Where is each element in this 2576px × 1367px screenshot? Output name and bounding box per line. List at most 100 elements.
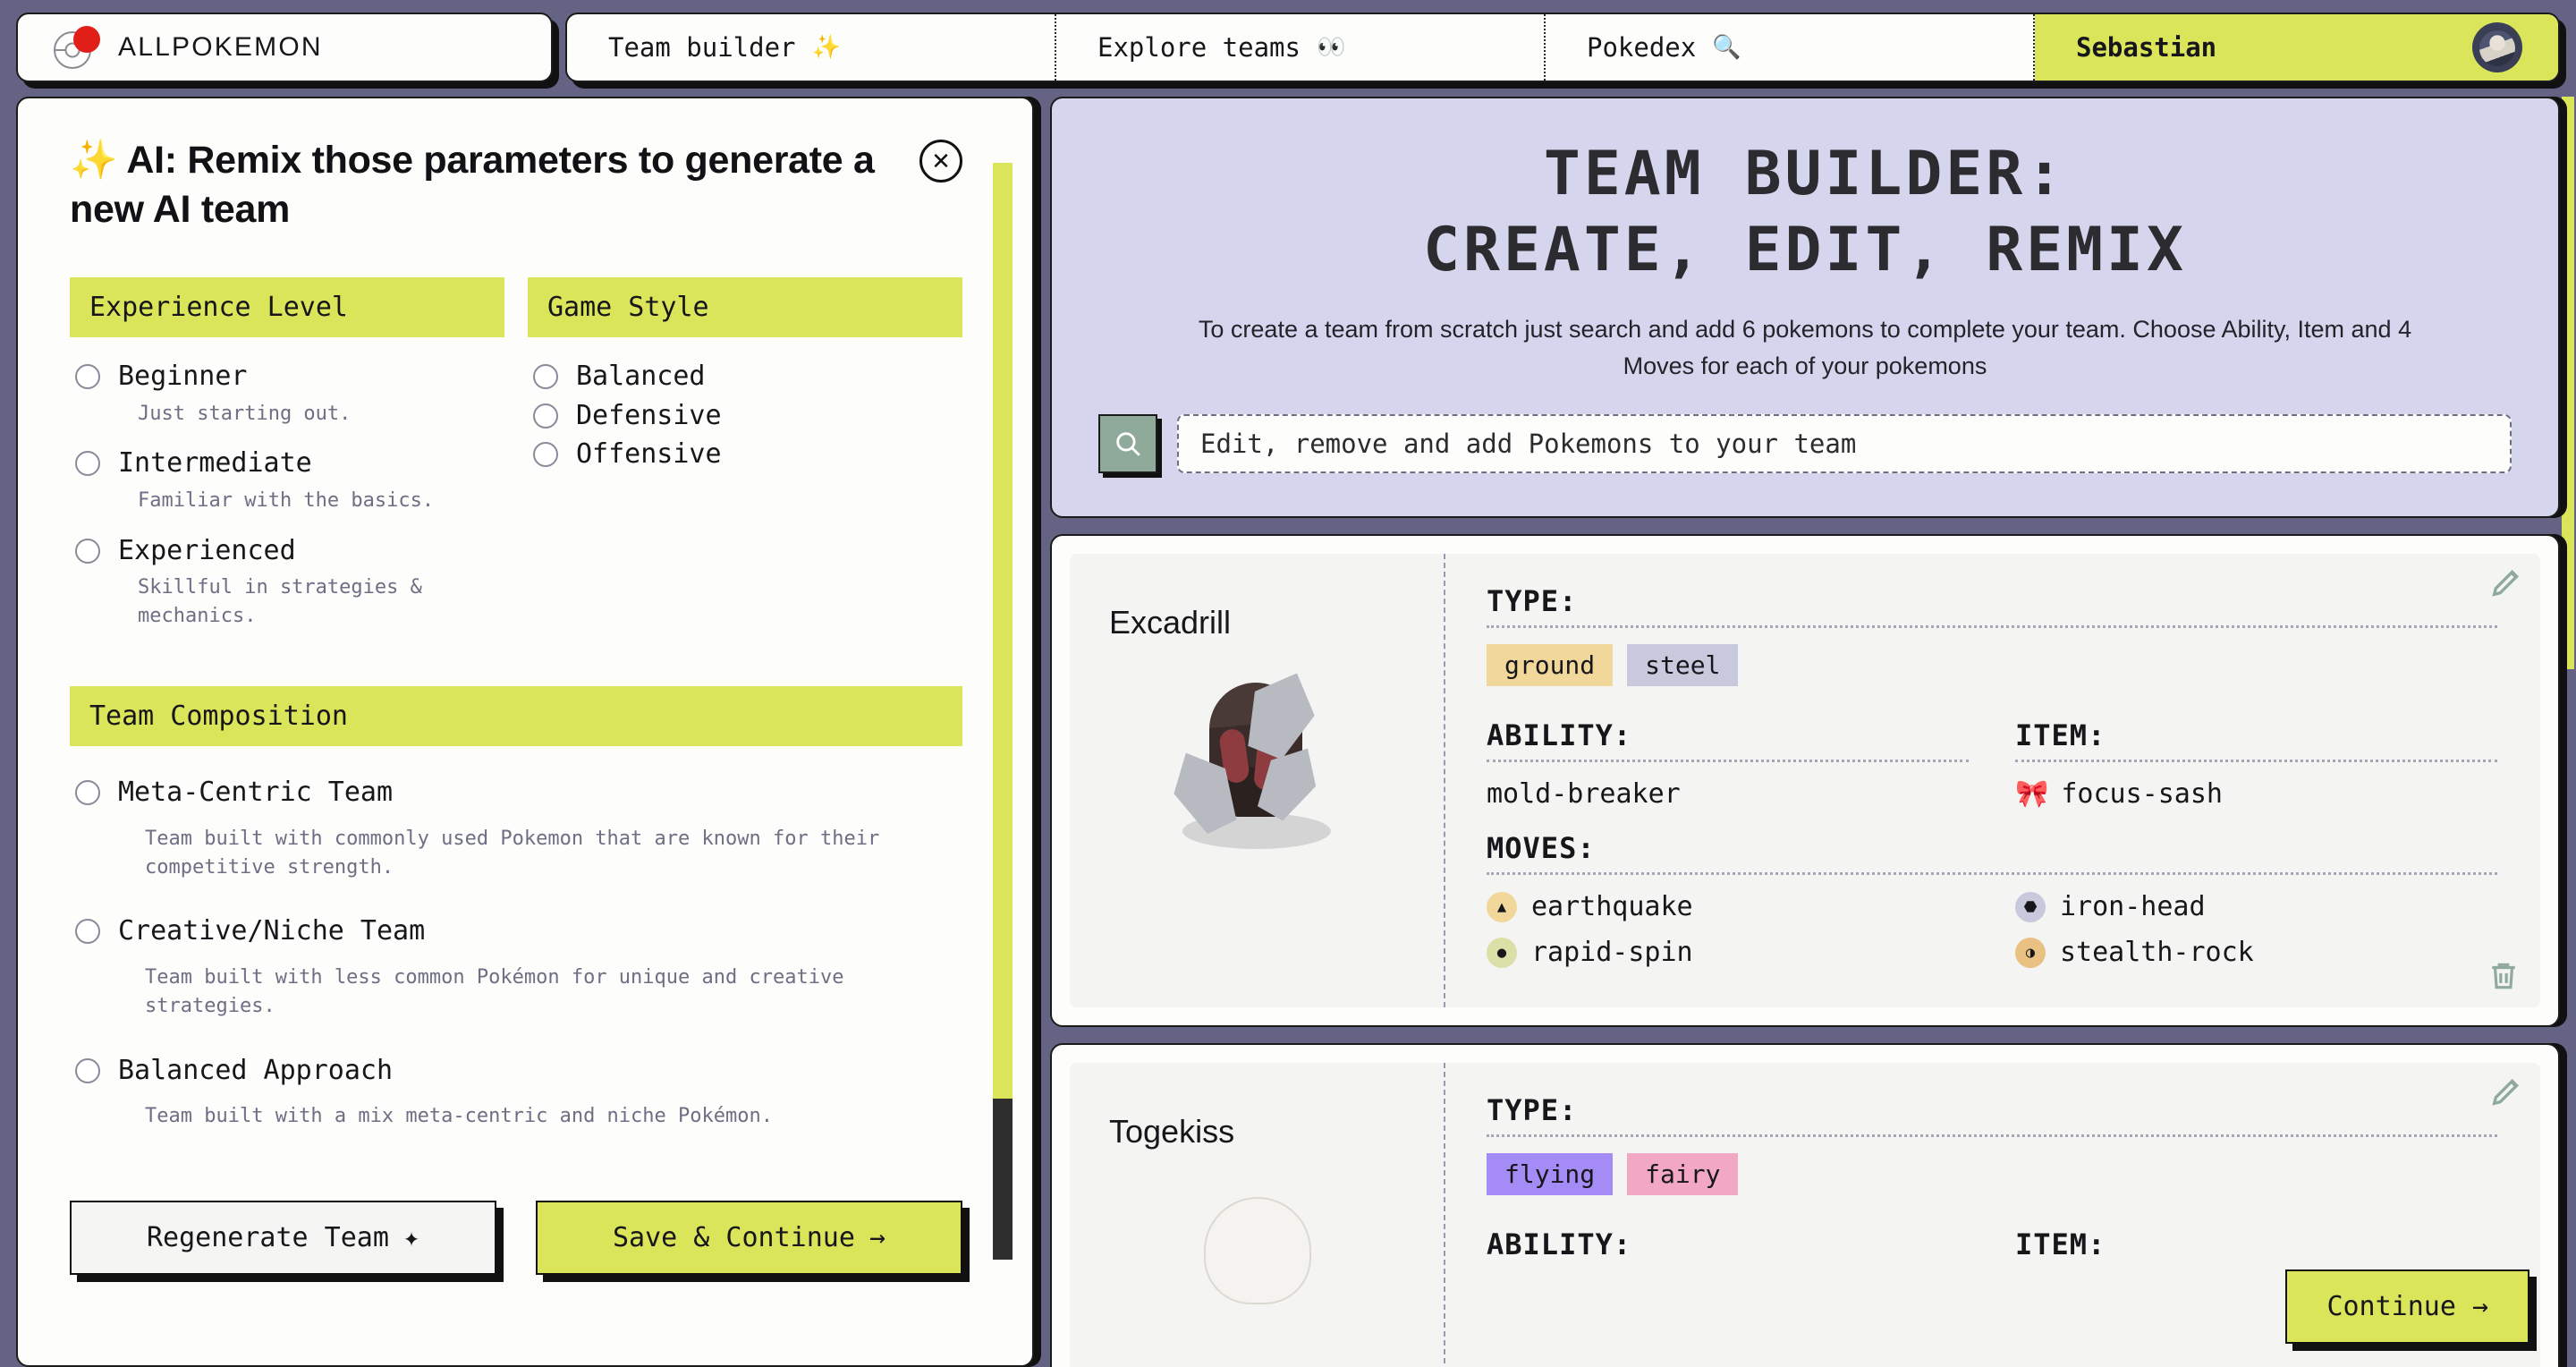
pencil-icon[interactable] (2488, 1074, 2524, 1109)
panel-title-text: AI: Remix those parameters to generate a… (70, 139, 875, 232)
type-chip-fairy: fairy (1627, 1153, 1739, 1195)
option-label: Experienced (118, 534, 296, 566)
option-description: Just starting out. (138, 402, 352, 425)
ability-item-row: ABILITY: mold-breaker ITEM: 🎀 focus-sash (1487, 718, 2497, 817)
type-chips: ground steel (1487, 644, 2497, 686)
tab-explore-teams[interactable]: Explore teams 👀 (1056, 14, 1546, 81)
ability-label: ABILITY: (1487, 718, 1632, 752)
radio-icon[interactable] (75, 1057, 100, 1083)
avatar (2472, 22, 2522, 72)
tab-team-builder-label: Team builder (608, 32, 796, 63)
arrow-right-icon: → (869, 1222, 886, 1254)
type-chip-flying: flying (1487, 1153, 1614, 1195)
option-label: Meta-Centric Team (118, 777, 394, 809)
regenerate-team-label: Regenerate Team (147, 1222, 389, 1254)
nav-tab-group: Team builder ✨ Explore teams 👀 Pokedex 🔍… (565, 13, 2560, 82)
radio-icon[interactable] (75, 451, 100, 477)
divider (1487, 1134, 2497, 1137)
tab-pokedex-label: Pokedex (1587, 32, 1697, 63)
pokemon-card-excadrill: Excadrill TYPE: ground steel ABILITY: mo… (1050, 534, 2560, 1027)
panel-scrollbar-thumb[interactable] (993, 1099, 1013, 1260)
move-label: rapid-spin (1531, 937, 1693, 968)
type-chip-steel: steel (1627, 644, 1739, 686)
experience-level-section: Experience Level Beginner Just starting … (70, 277, 504, 663)
option-label: Balanced Approach (118, 1054, 394, 1086)
item-cell: ITEM: 🎀 focus-sash (2015, 718, 2497, 817)
sparkles-icon: ✨ (811, 34, 841, 61)
option-label: Creative/Niche Team (118, 915, 426, 947)
move-label: earthquake (1531, 891, 1693, 922)
experience-level-heading: Experience Level (70, 277, 504, 338)
panel-actions: Regenerate Team ✦ Save & Continue → (70, 1201, 962, 1311)
pencil-icon[interactable] (2488, 565, 2524, 600)
option-description: Team built with a mix meta-centric and n… (145, 1105, 773, 1128)
ability-label: ABILITY: (1487, 1227, 1632, 1261)
radio-option-experienced[interactable]: Experienced Skillful in strategies & mec… (75, 531, 499, 643)
sparkles-icon: ✨ (70, 139, 118, 182)
option-label: Balanced (576, 361, 706, 393)
item-value-row: 🎀 focus-sash (2015, 778, 2497, 810)
brand-name: ALLPOKEMON (118, 32, 323, 62)
top-navigation: ALLPOKEMON Team builder ✨ Explore teams … (16, 13, 2560, 82)
move-stealth-rock: ◑ stealth-rock (2015, 937, 2497, 968)
sparkles-icon: ✦ (402, 1222, 419, 1254)
app-root: ALLPOKEMON Team builder ✨ Explore teams … (0, 0, 2576, 1367)
radio-option-beginner[interactable]: Beginner Just starting out. (75, 357, 499, 440)
type-label: TYPE: (1487, 584, 1578, 618)
option-description: Familiar with the basics. (138, 488, 435, 512)
panel-header: ✨ AI: Remix those parameters to generate… (70, 136, 962, 234)
team-composition-section: Team Composition Meta-Centric Team Team … (70, 686, 962, 1170)
excadrill-sprite (1163, 667, 1351, 854)
panel-title: ✨ AI: Remix those parameters to generate… (70, 136, 882, 234)
item-cell: ITEM: (2015, 1227, 2497, 1261)
main-content: ✨ AI: Remix those parameters to generate… (16, 97, 2574, 1367)
search-input[interactable] (1177, 414, 2512, 473)
pokemon-details: TYPE: ground steel ABILITY: mold-breaker (1445, 554, 2540, 1007)
hero-section: TEAM BUILDER: CREATE, EDIT, REMIX To cre… (1050, 97, 2560, 518)
radio-icon[interactable] (533, 442, 558, 468)
radio-option-balanced[interactable]: Balanced (533, 357, 957, 396)
tab-pokedex[interactable]: Pokedex 🔍 (1546, 14, 2035, 81)
trash-icon[interactable] (2487, 957, 2521, 995)
radio-icon[interactable] (75, 538, 100, 564)
pokemon-identity: Excadrill (1070, 554, 1445, 1007)
regenerate-team-button[interactable]: Regenerate Team ✦ (70, 1201, 496, 1276)
move-rapid-spin: ● rapid-spin (1487, 937, 1969, 968)
move-earthquake: ▲ earthquake (1487, 891, 1969, 922)
panel-scrollbar[interactable] (993, 163, 1013, 1260)
page-title-line-2: CREATE, EDIT, REMIX (1423, 215, 2187, 285)
ability-cell: ABILITY: (1487, 1227, 1969, 1261)
radio-option-balanced-approach[interactable]: Balanced Approach Team built with a mix … (75, 1051, 957, 1158)
user-menu[interactable]: Sebastian (2035, 14, 2558, 81)
divider (1487, 625, 2497, 628)
ability-cell: ABILITY: mold-breaker (1487, 718, 1969, 817)
item-value: focus-sash (2061, 778, 2223, 810)
save-and-continue-button[interactable]: Save & Continue → (536, 1201, 962, 1276)
radio-icon[interactable] (533, 364, 558, 390)
brand-home-link[interactable]: ALLPOKEMON (16, 13, 553, 82)
radio-option-meta-centric-team[interactable]: Meta-Centric Team Team built with common… (75, 773, 957, 908)
radio-icon[interactable] (75, 919, 100, 945)
search-button[interactable] (1098, 414, 1157, 473)
tab-team-builder[interactable]: Team builder ✨ (567, 14, 1056, 81)
radio-icon[interactable] (75, 364, 100, 390)
radio-option-offensive[interactable]: Offensive (533, 435, 957, 474)
radio-option-intermediate[interactable]: Intermediate Familiar with the basics. (75, 444, 499, 527)
steel-move-icon: ⬣ (2015, 891, 2046, 922)
type-chip-ground: ground (1487, 644, 1614, 686)
option-label: Beginner (118, 361, 248, 393)
search-icon (1116, 432, 1140, 456)
item-label: ITEM: (2015, 1227, 2106, 1261)
close-icon[interactable]: ✕ (919, 140, 962, 183)
radio-icon[interactable] (533, 403, 558, 429)
continue-label: Continue (2326, 1291, 2456, 1322)
continue-button[interactable]: Continue → (2285, 1269, 2529, 1344)
page-subtitle: To create a team from scratch just searc… (1198, 316, 2412, 379)
item-label: ITEM: (2015, 718, 2106, 752)
pokemon-identity: Togekiss (1070, 1063, 1445, 1367)
radio-option-creative-niche-team[interactable]: Creative/Niche Team Team built with less… (75, 912, 957, 1047)
ability-value: mold-breaker (1487, 778, 1681, 810)
moves-label: MOVES: (1487, 831, 1596, 865)
radio-icon[interactable] (75, 780, 100, 806)
radio-option-defensive[interactable]: Defensive (533, 396, 957, 436)
